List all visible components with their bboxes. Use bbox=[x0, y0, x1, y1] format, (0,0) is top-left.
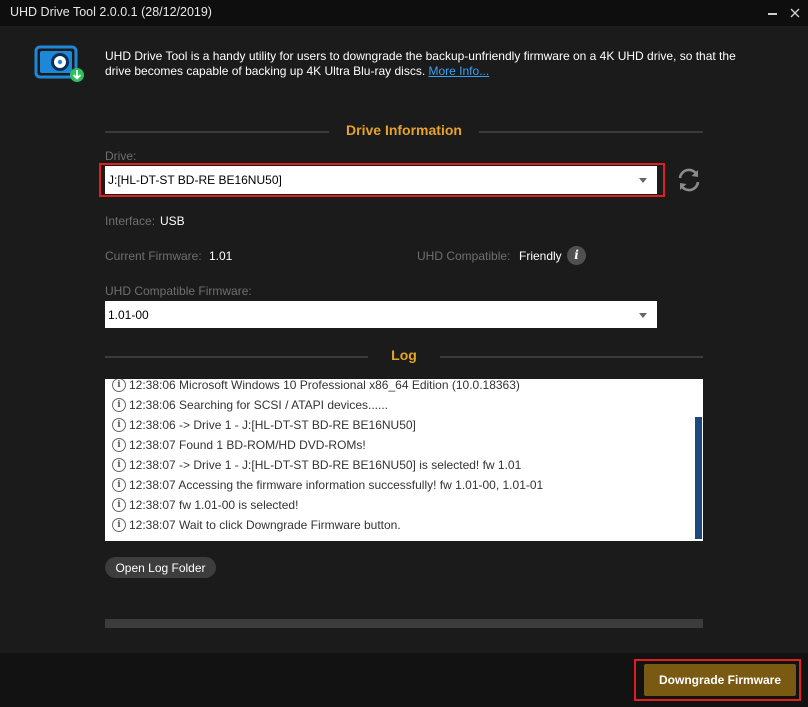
log-entry: i 12:38:06 Microsoft Windows 10 Professio… bbox=[112, 379, 520, 395]
current-firmware-label: Current Firmware: bbox=[105, 249, 202, 263]
drive-label: Drive: bbox=[105, 149, 137, 163]
info-icon: i bbox=[112, 458, 126, 472]
uhd-compatible-value: Friendly bbox=[519, 249, 562, 263]
info-icon: i bbox=[112, 418, 126, 432]
info-icon: i bbox=[112, 498, 126, 512]
log-entry: i 12:38:07 fw 1.01-00 is selected! bbox=[112, 495, 298, 515]
chevron-down-icon bbox=[639, 312, 647, 318]
title-bar: UHD Drive Tool 2.0.0.1 (28/12/2019) bbox=[0, 0, 808, 26]
log-entry: i 12:38:07 -> Drive 1 - J:[HL-DT-ST BD-RE… bbox=[112, 455, 521, 475]
intro-text: UHD Drive Tool is a handy utility for us… bbox=[105, 49, 736, 78]
intro-description: UHD Drive Tool is a handy utility for us… bbox=[105, 49, 765, 79]
log-scrollbar[interactable] bbox=[694, 379, 703, 541]
info-icon: i bbox=[112, 478, 126, 492]
downgrade-firmware-button[interactable]: Downgrade Firmware bbox=[644, 664, 796, 696]
interface-label: Interface: bbox=[105, 214, 156, 228]
info-icon: i bbox=[112, 438, 126, 452]
log-scrollbar-thumb[interactable] bbox=[695, 417, 702, 539]
progress-bar bbox=[105, 619, 703, 628]
drive-info-title: Drive Information bbox=[346, 122, 462, 138]
app-disc-icon bbox=[34, 45, 84, 82]
log-entry: i 12:38:06 Searching for SCSI / ATAPI dev… bbox=[112, 395, 388, 415]
close-button[interactable] bbox=[781, 0, 808, 26]
compatible-firmware-select[interactable]: 1.01-00 bbox=[105, 301, 657, 328]
info-icon: i bbox=[112, 379, 126, 392]
drive-select-highlight bbox=[99, 163, 665, 197]
info-icon[interactable]: i bbox=[567, 246, 586, 265]
info-icon: i bbox=[112, 398, 126, 412]
interface-value: USB bbox=[160, 214, 185, 228]
open-log-folder-button[interactable]: Open Log Folder bbox=[105, 557, 216, 578]
compatible-firmware-value: 1.01-00 bbox=[108, 307, 149, 322]
uhd-compatible-label: UHD Compatible: bbox=[417, 249, 511, 263]
log-entry: i 12:38:06 -> Drive 1 - J:[HL-DT-ST BD-RE… bbox=[112, 415, 416, 435]
log-entry: i 12:38:07 Accessing the firmware informa… bbox=[112, 475, 543, 495]
log-header: Log bbox=[105, 347, 703, 367]
log-title: Log bbox=[391, 347, 417, 363]
log-list[interactable]: i 12:38:06 Microsoft Windows 10 Professio… bbox=[105, 379, 703, 541]
close-icon bbox=[790, 8, 800, 18]
refresh-icon[interactable] bbox=[675, 166, 703, 194]
log-entry: i 12:38:07 Found 1 BD-ROM/HD DVD-ROMs! bbox=[112, 435, 366, 455]
current-firmware-value: 1.01 bbox=[209, 249, 233, 263]
more-info-link[interactable]: More Info... bbox=[429, 64, 490, 78]
compatible-firmware-label: UHD Compatible Firmware: bbox=[105, 284, 252, 298]
info-icon: i bbox=[112, 518, 126, 532]
window-title: UHD Drive Tool 2.0.0.1 (28/12/2019) bbox=[10, 5, 212, 19]
drive-info-header: Drive Information bbox=[105, 122, 703, 142]
log-entry: i 12:38:07 Wait to click Downgrade Firmwa… bbox=[112, 515, 401, 535]
